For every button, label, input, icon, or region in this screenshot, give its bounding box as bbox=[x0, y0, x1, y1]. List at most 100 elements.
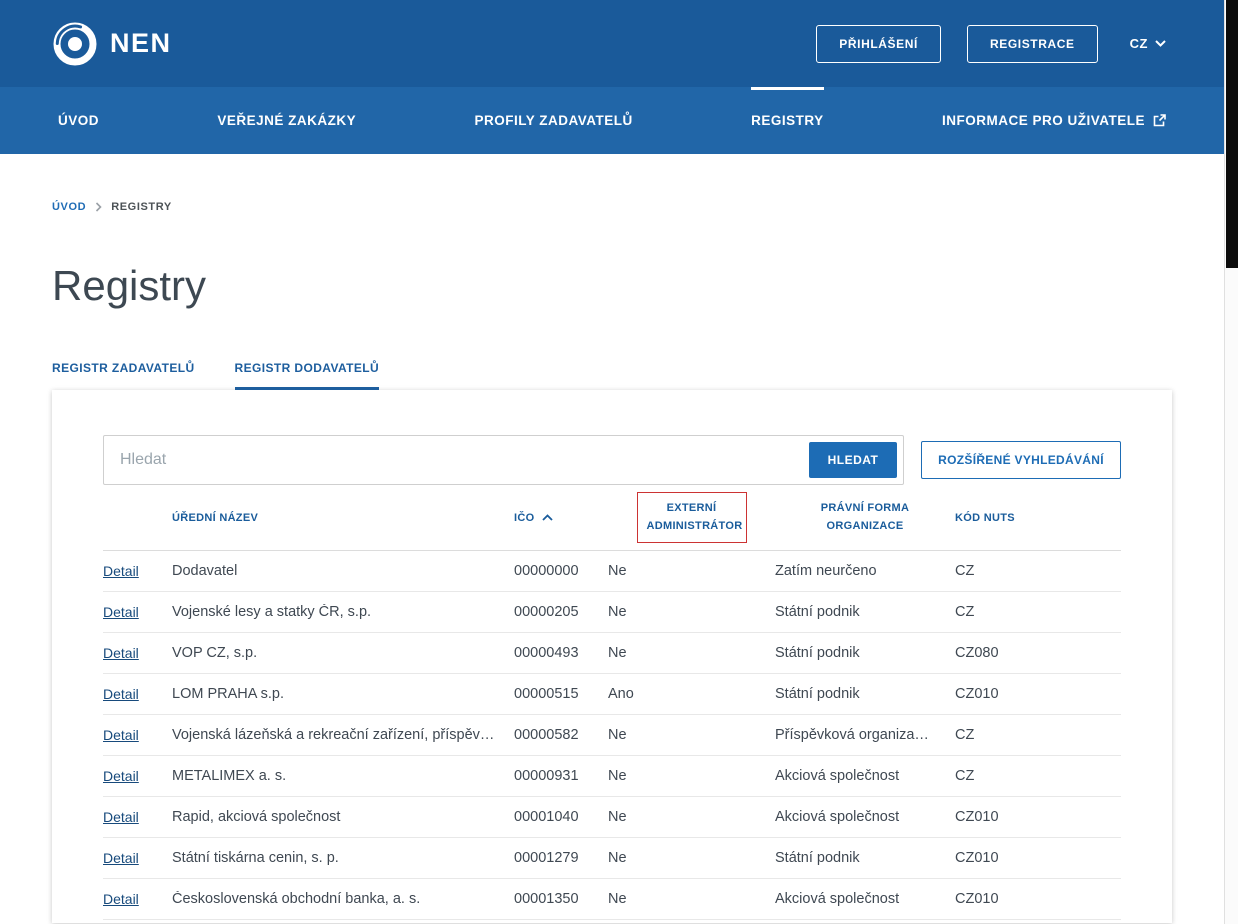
sort-ascending-icon bbox=[542, 514, 553, 521]
table-row: Detail LOM PRAHA s.p. 00000515 Ano Státn… bbox=[103, 674, 1121, 715]
column-header-nuts[interactable]: KÓD NUTS bbox=[955, 512, 1121, 524]
cell-legal-form: Státní podnik bbox=[775, 645, 955, 661]
cell-legal-form: Státní podnik bbox=[775, 686, 955, 702]
table-row: Detail Státní tiskárna cenin, s. p. 0000… bbox=[103, 838, 1121, 879]
annotation-highlight-box: EXTERNÍ ADMINISTRÁTOR bbox=[637, 492, 747, 543]
cell-official-name: Rapid, akciová společnost bbox=[172, 809, 514, 825]
cell-official-name: Vojenské lesy a statky ČR, s.p. bbox=[172, 604, 514, 620]
cell-ico: 00000515 bbox=[514, 686, 608, 702]
brand-name: NEN bbox=[110, 28, 172, 59]
external-link-icon bbox=[1153, 114, 1166, 127]
cell-ico: 00001279 bbox=[514, 850, 608, 866]
cell-official-name: VOP CZ, s.p. bbox=[172, 645, 514, 661]
cell-external-admin: Ne bbox=[608, 891, 775, 907]
top-bar: NEN PŘIHLÁŠENÍ REGISTRACE CZ bbox=[0, 0, 1224, 87]
nen-logo-link[interactable]: NEN bbox=[52, 21, 172, 67]
breadcrumb-home-link[interactable]: ÚVOD bbox=[52, 201, 86, 213]
cell-nuts: CZ010 bbox=[955, 891, 1121, 907]
top-bar-actions: PŘIHLÁŠENÍ REGISTRACE CZ bbox=[816, 25, 1166, 63]
cell-external-admin: Ne bbox=[608, 850, 775, 866]
cell-official-name: METALIMEX a. s. bbox=[172, 768, 514, 784]
cell-legal-form: Příspěvková organiza… bbox=[775, 727, 955, 743]
nav-item-verejne-zakazky[interactable]: VEŘEJNÉ ZAKÁZKY bbox=[217, 87, 356, 154]
cell-legal-form: Státní podnik bbox=[775, 604, 955, 620]
cell-ico: 00000000 bbox=[514, 563, 608, 579]
table-row: Detail Vojenská lázeňská a rekreační zař… bbox=[103, 715, 1121, 756]
cell-official-name: Československá obchodní banka, a. s. bbox=[172, 891, 514, 907]
table-body: Detail Dodavatel 00000000 Ne Zatím neurč… bbox=[103, 551, 1121, 920]
search-input[interactable] bbox=[104, 436, 809, 484]
cell-legal-form: Akciová společnost bbox=[775, 891, 955, 907]
table-header-row: ÚŘEDNÍ NÁZEV IČO EXTERNÍ ADMINISTRÁTOR P… bbox=[103, 485, 1121, 551]
column-header-ico[interactable]: IČO bbox=[514, 512, 608, 524]
login-button[interactable]: PŘIHLÁŠENÍ bbox=[816, 25, 941, 63]
cell-ico: 00001040 bbox=[514, 809, 608, 825]
column-header-external-admin[interactable]: EXTERNÍ ADMINISTRÁTOR bbox=[647, 502, 743, 532]
breadcrumb-chevron-icon bbox=[95, 202, 102, 212]
cell-external-admin: Ne bbox=[608, 563, 775, 579]
detail-link[interactable]: Detail bbox=[103, 563, 139, 579]
table-row: Detail Rapid, akciová společnost 0000104… bbox=[103, 797, 1121, 838]
nav-item-registry[interactable]: REGISTRY bbox=[751, 87, 824, 154]
cell-nuts: CZ010 bbox=[955, 809, 1121, 825]
tab-registr-dodavatelu[interactable]: REGISTR DODAVATELŮ bbox=[235, 361, 380, 390]
language-selector[interactable]: CZ bbox=[1130, 36, 1166, 51]
detail-link[interactable]: Detail bbox=[103, 850, 139, 866]
cell-official-name: Vojenská lázeňská a rekreační zařízení, … bbox=[172, 727, 514, 743]
cell-ico: 00001350 bbox=[514, 891, 608, 907]
column-header-external-admin-wrap: EXTERNÍ ADMINISTRÁTOR bbox=[608, 492, 775, 543]
breadcrumb-current: REGISTRY bbox=[111, 201, 172, 213]
cell-legal-form: Akciová společnost bbox=[775, 809, 955, 825]
table-row: Detail Vojenské lesy a statky ČR, s.p. 0… bbox=[103, 592, 1121, 633]
detail-link[interactable]: Detail bbox=[103, 604, 139, 620]
detail-link[interactable]: Detail bbox=[103, 727, 139, 743]
cell-nuts: CZ080 bbox=[955, 645, 1121, 661]
cell-nuts: CZ bbox=[955, 768, 1121, 784]
search-box: HLEDAT bbox=[103, 435, 904, 485]
table-row: Detail Československá obchodní banka, a.… bbox=[103, 879, 1121, 920]
column-header-official-name[interactable]: ÚŘEDNÍ NÁZEV bbox=[172, 512, 514, 524]
table-row: Detail Dodavatel 00000000 Ne Zatím neurč… bbox=[103, 551, 1121, 592]
cell-external-admin: Ne bbox=[608, 604, 775, 620]
nen-logo-icon bbox=[52, 21, 98, 67]
registry-card: HLEDAT ROZŠÍŘENÉ VYHLEDÁVÁNÍ ÚŘEDNÍ NÁZE… bbox=[52, 390, 1172, 923]
nav-item-uvod[interactable]: ÚVOD bbox=[58, 87, 99, 154]
cell-official-name: Státní tiskárna cenin, s. p. bbox=[172, 850, 514, 866]
search-row: HLEDAT ROZŠÍŘENÉ VYHLEDÁVÁNÍ bbox=[103, 435, 1121, 485]
cell-official-name: LOM PRAHA s.p. bbox=[172, 686, 514, 702]
vertical-scrollbar[interactable] bbox=[1224, 0, 1238, 924]
cell-external-admin: Ano bbox=[608, 686, 775, 702]
table-row: Detail VOP CZ, s.p. 00000493 Ne Státní p… bbox=[103, 633, 1121, 674]
cell-ico: 00000205 bbox=[514, 604, 608, 620]
table-row: Detail METALIMEX a. s. 00000931 Ne Akcio… bbox=[103, 756, 1121, 797]
nav-item-informace-pro-uzivatele[interactable]: INFORMACE PRO UŽIVATELE bbox=[942, 87, 1166, 154]
language-code: CZ bbox=[1130, 36, 1148, 51]
cell-legal-form: Zatím neurčeno bbox=[775, 563, 955, 579]
page: NEN PŘIHLÁŠENÍ REGISTRACE CZ ÚVOD VEŘEJN… bbox=[0, 0, 1224, 924]
cell-external-admin: Ne bbox=[608, 645, 775, 661]
cell-external-admin: Ne bbox=[608, 727, 775, 743]
nav-item-profily-zadavatelu[interactable]: PROFILY ZADAVATELŮ bbox=[474, 87, 632, 154]
search-button[interactable]: HLEDAT bbox=[809, 442, 897, 478]
register-button[interactable]: REGISTRACE bbox=[967, 25, 1098, 63]
cell-ico: 00000582 bbox=[514, 727, 608, 743]
cell-external-admin: Ne bbox=[608, 809, 775, 825]
cell-legal-form: Státní podnik bbox=[775, 850, 955, 866]
breadcrumb: ÚVOD REGISTRY bbox=[52, 200, 1224, 213]
cell-official-name: Dodavatel bbox=[172, 563, 514, 579]
cell-nuts: CZ bbox=[955, 604, 1121, 620]
cell-ico: 00000931 bbox=[514, 768, 608, 784]
detail-link[interactable]: Detail bbox=[103, 768, 139, 784]
advanced-search-button[interactable]: ROZŠÍŘENÉ VYHLEDÁVÁNÍ bbox=[921, 441, 1121, 479]
column-header-legal-form[interactable]: PRÁVNÍ FORMA ORGANIZACE bbox=[803, 500, 927, 535]
cell-legal-form: Akciová společnost bbox=[775, 768, 955, 784]
detail-link[interactable]: Detail bbox=[103, 645, 139, 661]
tab-registr-zadavatelu[interactable]: REGISTR ZADAVATELŮ bbox=[52, 361, 195, 390]
detail-link[interactable]: Detail bbox=[103, 686, 139, 702]
cell-ico: 00000493 bbox=[514, 645, 608, 661]
scrollbar-thumb[interactable] bbox=[1226, 0, 1238, 268]
detail-link[interactable]: Detail bbox=[103, 809, 139, 825]
detail-link[interactable]: Detail bbox=[103, 891, 139, 907]
main-navigation: ÚVOD VEŘEJNÉ ZAKÁZKY PROFILY ZADAVATELŮ … bbox=[0, 87, 1224, 154]
cell-nuts: CZ010 bbox=[955, 686, 1121, 702]
